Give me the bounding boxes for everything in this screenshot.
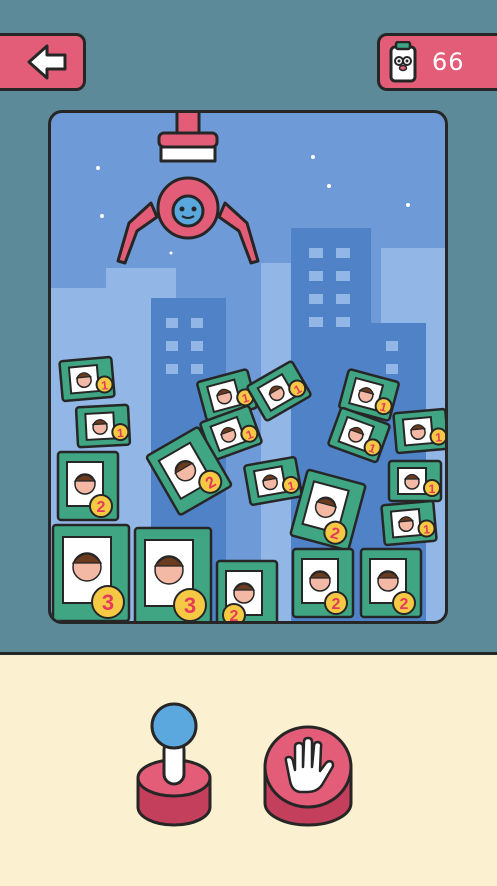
joystick-control[interactable] [134, 700, 214, 830]
prize-box[interactable]: 2 [215, 559, 279, 621]
box-number: 1 [429, 482, 436, 496]
prize-box[interactable]: 2 [56, 450, 120, 522]
capsule-mascot-icon [389, 41, 417, 83]
prize-box[interactable]: 1 [380, 499, 438, 547]
box-number: 2 [230, 608, 239, 621]
machine-scene: 1 1 2 3 1 1 1 1 2 1 1 2 1 1 1 3 2 2 2 [51, 113, 445, 621]
box-number: 3 [184, 593, 196, 618]
arrow-left-icon [27, 44, 67, 80]
prize-box[interactable]: 1 [58, 355, 116, 403]
joystick-icon [136, 702, 212, 827]
prize-box[interactable]: 1 [392, 407, 445, 455]
prize-box[interactable]: 2 [359, 547, 423, 619]
control-panel [0, 652, 497, 886]
grab-button[interactable] [262, 715, 354, 830]
coin-counter: 66 [377, 33, 497, 91]
box-number: 2 [97, 499, 106, 516]
box-number: 2 [332, 596, 341, 613]
claw-machine-window: 1 1 2 3 1 1 1 1 2 1 1 2 1 1 1 3 2 2 2 [48, 110, 448, 624]
back-button[interactable] [0, 33, 86, 91]
prize-box[interactable]: 2 [291, 547, 355, 619]
hand-grab-icon [263, 725, 353, 827]
coin-count: 66 [432, 48, 465, 76]
box-number: 1 [117, 426, 125, 440]
box-number: 2 [400, 596, 409, 613]
prize-box[interactable]: 3 [133, 526, 213, 621]
prize-box[interactable]: 1 [243, 456, 303, 506]
claw-grabber-icon [116, 113, 260, 265]
prize-box[interactable]: 3 [51, 523, 131, 621]
box-number: 3 [102, 590, 114, 615]
prize-box[interactable]: 1 [74, 403, 132, 449]
prize-box[interactable]: 1 [387, 459, 443, 503]
